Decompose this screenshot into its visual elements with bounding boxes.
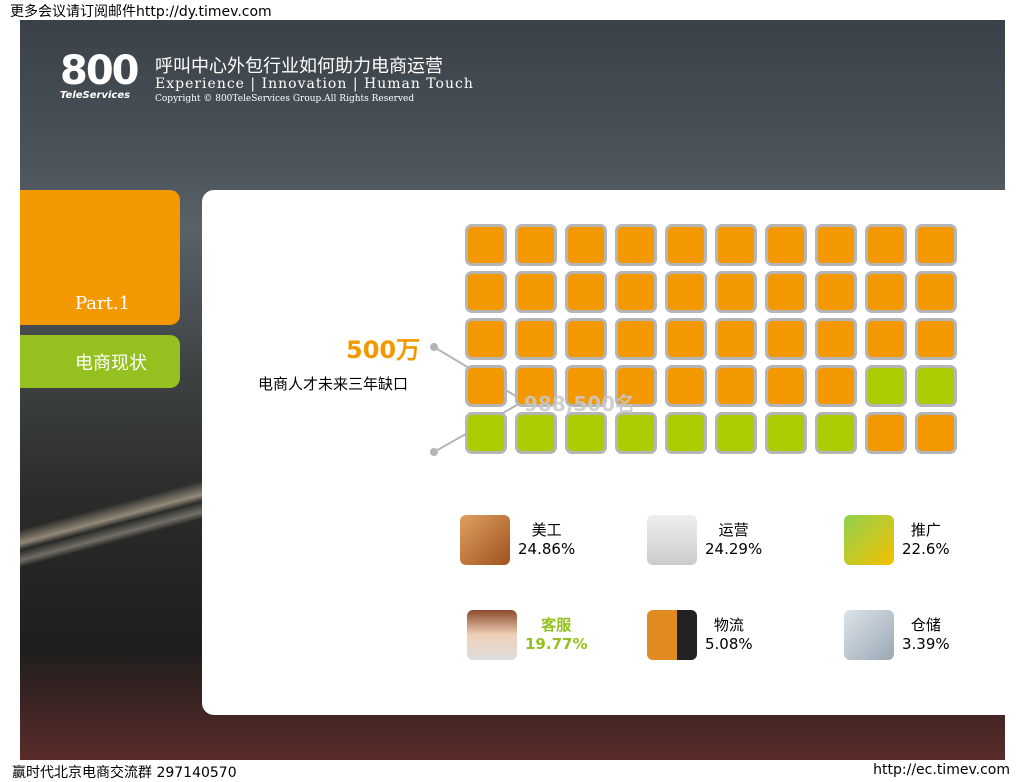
gantt-chart-icon xyxy=(647,515,697,565)
grid-cell-green xyxy=(715,412,757,454)
category-label: 仓储 3.39% xyxy=(902,616,950,654)
grid-cell-orange xyxy=(715,365,757,407)
category-item: 物流 5.08% xyxy=(647,610,753,660)
category-item: 客服 19.77% xyxy=(467,610,587,660)
grid-cell-orange xyxy=(915,318,957,360)
category-name: 客服 xyxy=(541,616,572,634)
grid-cell-orange xyxy=(715,271,757,313)
category-percent: 22.6% xyxy=(902,540,950,558)
grid-cell-orange xyxy=(715,318,757,360)
grid-cell-orange xyxy=(465,318,507,360)
grid-cell-orange xyxy=(565,224,607,266)
slide-title: 呼叫中心外包行业如何助力电商运营 xyxy=(155,56,443,77)
grid-cell-orange xyxy=(465,271,507,313)
category-name: 运营 xyxy=(718,521,749,539)
people-grid xyxy=(465,224,957,454)
logo: 800 TeleServices xyxy=(60,48,140,118)
grid-cell-green xyxy=(615,412,657,454)
big-number: 500万 xyxy=(346,336,421,364)
category-percent: 3.39% xyxy=(902,635,950,653)
grid-cell-orange xyxy=(615,318,657,360)
category-label: 美工 24.86% xyxy=(518,521,575,559)
category-label: 推广 22.6% xyxy=(902,521,950,559)
category-name: 仓储 xyxy=(910,616,941,634)
copyright: Copyright © 800TeleServices Group.All Ri… xyxy=(155,94,415,104)
grid-cell-orange xyxy=(665,224,707,266)
grid-cell-green xyxy=(765,412,807,454)
grid-cell-orange xyxy=(865,224,907,266)
grid-cell-orange xyxy=(815,365,857,407)
grid-cell-orange xyxy=(915,271,957,313)
grid-cell-orange xyxy=(615,224,657,266)
envelope-icon xyxy=(844,515,894,565)
grid-cell-orange xyxy=(765,365,807,407)
grid-cell-orange xyxy=(515,318,557,360)
category-percent: 19.77% xyxy=(525,635,588,653)
grid-cell-orange xyxy=(865,318,907,360)
category-label: 客服 19.77% xyxy=(525,616,587,654)
category-item: 仓储 3.39% xyxy=(844,610,950,660)
grid-cell-orange xyxy=(815,271,857,313)
grid-cell-orange xyxy=(515,224,557,266)
tab-part[interactable]: Part.1 xyxy=(20,190,180,325)
grid-cell-orange xyxy=(915,412,957,454)
grid-cell-orange xyxy=(665,365,707,407)
grid-cell-orange xyxy=(865,271,907,313)
grid-cell-orange xyxy=(515,271,557,313)
category-item: 美工 24.86% xyxy=(460,515,575,565)
logo-number: 800 xyxy=(60,48,140,94)
grid-cell-green xyxy=(865,365,907,407)
palette-icon xyxy=(460,515,510,565)
grid-cell-orange xyxy=(815,318,857,360)
footer-link[interactable]: http://ec.timev.com xyxy=(873,762,1010,778)
category-percent: 24.29% xyxy=(705,540,763,558)
grid-cell-orange xyxy=(465,365,507,407)
grid-cell-orange xyxy=(765,271,807,313)
category-item: 运营 24.29% xyxy=(647,515,762,565)
grid-cell-green xyxy=(515,412,557,454)
category-name: 推广 xyxy=(910,521,941,539)
grid-cell-orange xyxy=(615,271,657,313)
road-light-trails xyxy=(20,460,220,580)
grid-cell-green xyxy=(465,412,507,454)
category-item: 推广 22.6% xyxy=(844,515,950,565)
category-label: 物流 5.08% xyxy=(705,616,753,654)
grid-cell-orange xyxy=(665,271,707,313)
tagline: Experience | Innovation | Human Touch xyxy=(155,76,474,92)
warehouse-icon xyxy=(844,610,894,660)
grid-cell-orange xyxy=(565,318,607,360)
category-name: 美工 xyxy=(531,521,562,539)
category-percent: 5.08% xyxy=(705,635,753,653)
gap-label: 电商人才未来三年缺口 xyxy=(258,375,409,393)
grid-cell-orange xyxy=(915,224,957,266)
content-card: 500万 电商人才未来三年缺口 988,500名 美工 24.86% 运营 24.29… xyxy=(202,190,1005,715)
category-percent: 24.86% xyxy=(518,540,576,558)
grid-cell-orange xyxy=(465,224,507,266)
grid-cell-green xyxy=(815,412,857,454)
slide: 800 TeleServices 呼叫中心外包行业如何助力电商运营 Experi… xyxy=(20,20,1005,760)
grid-cell-orange xyxy=(565,271,607,313)
truck-icon xyxy=(647,610,697,660)
category-label: 运营 24.29% xyxy=(705,521,762,559)
grid-cell-orange xyxy=(765,318,807,360)
grid-cell-orange xyxy=(665,318,707,360)
grid-cell-green xyxy=(665,412,707,454)
grid-cell-orange xyxy=(815,224,857,266)
tab-part-label: Part.1 xyxy=(75,293,131,314)
footer-left: 赢时代北京电商交流群 297140570 xyxy=(12,765,237,781)
grid-cell-green xyxy=(565,412,607,454)
tab-section[interactable]: 电商现状 xyxy=(20,335,180,388)
logo-subtitle: TeleServices xyxy=(60,90,131,101)
category-name: 物流 xyxy=(713,616,744,634)
headset-agent-icon xyxy=(467,610,517,660)
grid-cell-green xyxy=(915,365,957,407)
grid-cell-orange xyxy=(765,224,807,266)
grid-cell-orange xyxy=(715,224,757,266)
top-banner-text[interactable]: 更多会议请订阅邮件http://dy.timev.com xyxy=(10,1,272,21)
count-label: 988,500名 xyxy=(524,392,636,416)
grid-cell-orange xyxy=(865,412,907,454)
